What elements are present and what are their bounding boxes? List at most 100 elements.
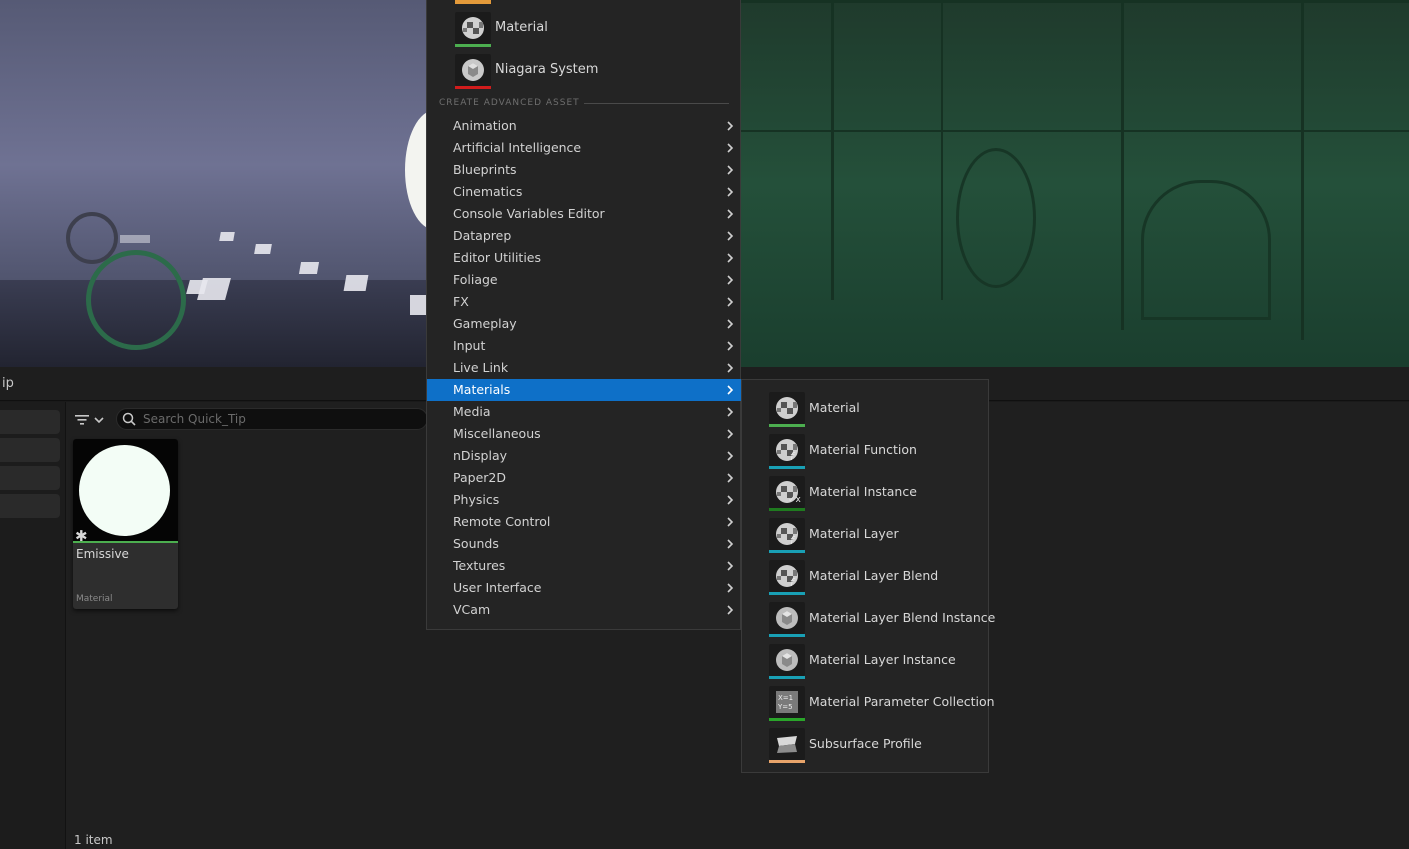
- type-color-bar: [769, 466, 805, 469]
- search-input[interactable]: [143, 411, 423, 427]
- submenu-item-material-layer-blend[interactable]: f Material Layer Blend: [742, 555, 990, 597]
- chevron-right-icon: [727, 341, 734, 351]
- submenu-item-label: Material Instance: [809, 484, 917, 499]
- submenu-item-material-layer-blend-instance[interactable]: Material Layer Blend Instance: [742, 597, 995, 639]
- chevron-right-icon: [727, 429, 734, 439]
- category-item-cinematics[interactable]: Cinematics: [427, 181, 742, 203]
- section-divider: [584, 103, 729, 104]
- chevron-right-icon: [727, 451, 734, 461]
- submenu-item-subsurface-profile[interactable]: Subsurface Profile: [742, 723, 990, 765]
- asset-tile[interactable]: ✱ Emissive Material: [73, 439, 178, 609]
- asset-type-color-bar: [73, 541, 178, 543]
- category-item-media[interactable]: Media: [427, 401, 742, 423]
- sources-item[interactable]: [0, 410, 60, 434]
- category-item-animation[interactable]: Animation: [427, 115, 742, 137]
- category-item-dataprep[interactable]: Dataprep: [427, 225, 742, 247]
- category-item-fx[interactable]: FX: [427, 291, 742, 313]
- viewport-tile: [343, 275, 369, 291]
- category-label: Remote Control: [453, 514, 551, 529]
- category-label: Sounds: [453, 536, 499, 551]
- wall-line: [941, 0, 943, 300]
- category-label: Materials: [453, 382, 511, 397]
- previous-item-color-strip: [455, 0, 491, 4]
- menu-item-niagara-system[interactable]: Niagara System: [427, 49, 742, 91]
- category-label: Input: [453, 338, 486, 353]
- category-label: User Interface: [453, 580, 542, 595]
- type-color-bar: [769, 634, 805, 637]
- type-color-bar: [769, 592, 805, 595]
- wall-line: [741, 0, 1409, 3]
- category-item-vcam[interactable]: VCam: [427, 599, 742, 621]
- sources-item[interactable]: [0, 466, 60, 490]
- category-label: Console Variables Editor: [453, 206, 605, 221]
- sources-item[interactable]: [0, 494, 60, 518]
- category-label: Editor Utilities: [453, 250, 542, 265]
- search-icon: [122, 412, 136, 426]
- filter-button[interactable]: [74, 410, 110, 430]
- viewport-tile: [186, 280, 208, 294]
- niagara-sphere-icon: [455, 54, 491, 89]
- section-header: CREATE ADVANCED ASSET: [439, 98, 580, 108]
- viewport-tile: [298, 262, 320, 274]
- category-item-gameplay[interactable]: Gameplay: [427, 313, 742, 335]
- category-item-live-link[interactable]: Live Link: [427, 357, 742, 379]
- category-label: Dataprep: [453, 228, 512, 243]
- submenu-item-label: Material Layer: [809, 526, 899, 541]
- material-instance-icon: ✓x: [769, 476, 805, 511]
- category-item-miscellaneous[interactable]: Miscellaneous: [427, 423, 742, 445]
- sources-item[interactable]: [0, 438, 60, 462]
- category-item-textures[interactable]: Textures: [427, 555, 742, 577]
- category-label: Gameplay: [453, 316, 517, 331]
- submenu-item-label: Material Layer Blend: [809, 568, 939, 583]
- submenu-item-label: Material Layer Instance: [809, 652, 956, 667]
- type-color-bar: [769, 718, 805, 721]
- category-item-blueprints[interactable]: Blueprints: [427, 159, 742, 181]
- svg-text:✓x: ✓x: [788, 495, 802, 505]
- submenu-item-material-function[interactable]: f Material Function: [742, 429, 990, 471]
- wall-line: [1121, 0, 1124, 330]
- svg-text:X=1: X=1: [778, 694, 793, 702]
- submenu-item-label: Material Layer Blend Instance: [809, 610, 996, 625]
- submenu-item-label: Material Function: [809, 442, 917, 457]
- menu-item-material[interactable]: Material: [427, 7, 742, 49]
- category-item-materials[interactable]: Materials: [427, 379, 742, 401]
- submenu-item-material-parameter-collection[interactable]: X=1 Y=5 Material Parameter Collection: [742, 681, 995, 723]
- submenu-item-material-instance[interactable]: ✓x Material Instance: [742, 471, 990, 513]
- chevron-right-icon: [727, 121, 734, 131]
- chevron-down-icon: [94, 417, 104, 424]
- material-checker-icon: [455, 12, 491, 47]
- category-item-sounds[interactable]: Sounds: [427, 533, 742, 555]
- category-item-editor-utilities[interactable]: Editor Utilities: [427, 247, 742, 269]
- material-layer-icon: f: [769, 518, 805, 553]
- submenu-item-material[interactable]: Material: [742, 387, 990, 429]
- materials-submenu: Material f Material Function ✓x Material Ins…: [741, 379, 995, 773]
- type-color-bar: [455, 86, 491, 89]
- category-label: Physics: [453, 492, 500, 507]
- category-label: Textures: [453, 558, 506, 573]
- category-label: Blueprints: [453, 162, 517, 177]
- material-layer-blend-icon: f: [769, 560, 805, 595]
- search-field[interactable]: [116, 408, 428, 430]
- submenu-item-material-layer[interactable]: f Material Layer: [742, 513, 990, 555]
- category-item-paper2d[interactable]: Paper2D: [427, 467, 742, 489]
- category-label: FX: [453, 294, 469, 309]
- category-item-ndisplay[interactable]: nDisplay: [427, 445, 742, 467]
- category-item-remote-control[interactable]: Remote Control: [427, 511, 742, 533]
- chevron-right-icon: [727, 407, 734, 417]
- category-label: VCam: [453, 602, 491, 617]
- svg-text:Y=5: Y=5: [777, 703, 793, 711]
- submenu-item-material-layer-instance[interactable]: Material Layer Instance: [742, 639, 990, 681]
- editor-root: ip ✱ Emissive Material 1 i: [0, 0, 1409, 849]
- category-item-physics[interactable]: Physics: [427, 489, 742, 511]
- menu-item-label: Niagara System: [495, 62, 599, 77]
- category-item-console-variables-editor[interactable]: Console Variables Editor: [427, 203, 742, 225]
- sphere-icon: [769, 602, 805, 637]
- material-checker-icon: [769, 392, 805, 427]
- category-item-artificial-intelligence[interactable]: Artificial Intelligence: [427, 137, 742, 159]
- chevron-right-icon: [727, 473, 734, 483]
- category-item-input[interactable]: Input: [427, 335, 742, 357]
- wall-line: [831, 0, 834, 300]
- tab-label[interactable]: ip: [2, 376, 14, 391]
- category-item-foliage[interactable]: Foliage: [427, 269, 742, 291]
- category-item-user-interface[interactable]: User Interface: [427, 577, 742, 599]
